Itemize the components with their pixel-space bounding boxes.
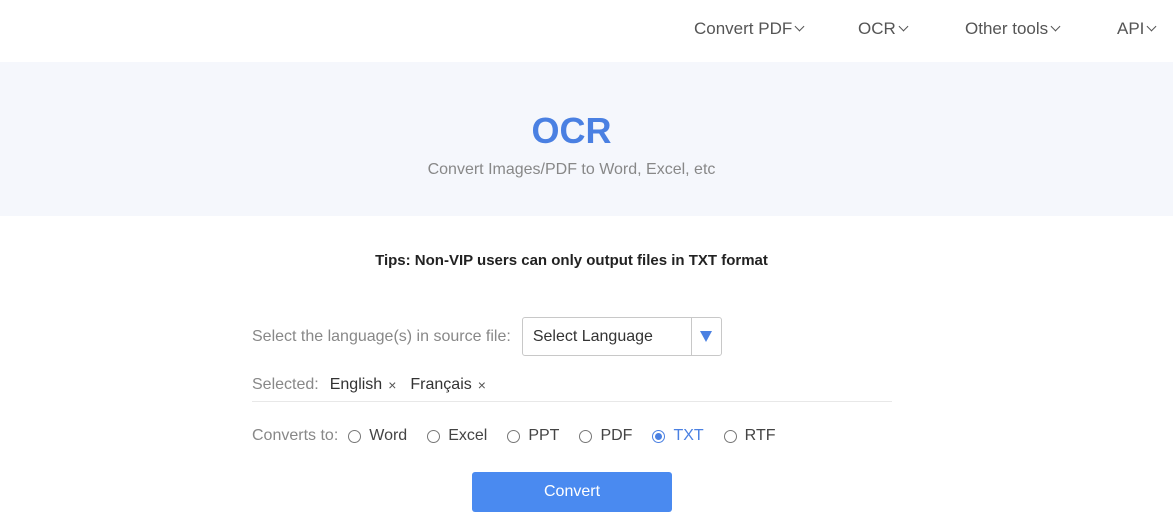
selected-languages-row: Selected: English × Français × [252, 376, 892, 402]
language-tag-label: English [329, 376, 383, 393]
chevron-down-icon [794, 21, 805, 32]
remove-icon[interactable]: × [478, 377, 486, 393]
remove-icon[interactable]: × [388, 377, 396, 393]
language-tag-francais: Français × [410, 376, 486, 394]
language-select[interactable]: Select Language [521, 317, 722, 356]
radio-icon[interactable] [579, 429, 593, 443]
page-title: OCR [531, 110, 612, 151]
nav-ocr-label: OCR [858, 19, 896, 38]
format-label: TXT [673, 427, 704, 444]
ocr-panel: Tips: Non-VIP users can only output file… [0, 216, 1170, 532]
nav-convert-pdf[interactable]: Convert PDF [694, 19, 805, 39]
chevron-down-icon [1146, 21, 1157, 32]
language-label: Select the language(s) in source file: [252, 327, 511, 345]
tips-text: Tips: Non-VIP users can only output file… [375, 252, 768, 269]
format-label: RTF [744, 427, 776, 444]
format-option-excel[interactable]: Excel [427, 427, 487, 445]
radio-icon[interactable] [427, 429, 441, 443]
radio-icon[interactable] [348, 429, 362, 443]
top-nav: Convert PDF OCR Other tools API [0, 0, 1173, 62]
format-label: Excel [448, 427, 488, 444]
nav-other-tools-label: Other tools [965, 19, 1049, 38]
nav-convert-pdf-label: Convert PDF [694, 19, 793, 38]
language-tag-english: English × [330, 376, 397, 394]
nav-ocr[interactable]: OCR [858, 19, 909, 39]
language-row: Select the language(s) in source file: S… [252, 317, 722, 356]
convert-button[interactable]: Convert [472, 472, 672, 512]
nav-api[interactable]: API [1117, 19, 1157, 39]
selected-label: Selected: [252, 376, 319, 393]
format-option-pdf[interactable]: PDF [579, 427, 632, 445]
nav-other-tools[interactable]: Other tools [965, 19, 1061, 39]
dropdown-arrow-icon[interactable] [690, 318, 721, 355]
radio-checked-icon[interactable] [652, 429, 666, 443]
language-select-value: Select Language [532, 327, 653, 345]
chevron-down-icon [898, 21, 909, 32]
hero-banner: OCR Convert Images/PDF to Word, Excel, e… [0, 62, 1173, 216]
format-option-rtf[interactable]: RTF [723, 427, 776, 445]
output-format-row: Converts to: Word Excel PPT PDF TXT RTF [252, 427, 785, 445]
chevron-down-icon [1050, 21, 1061, 32]
language-tag-label: Français [410, 376, 472, 393]
page-subtitle: Convert Images/PDF to Word, Excel, etc [427, 161, 716, 178]
converts-to-label: Converts to: [252, 427, 339, 444]
nav-api-label: API [1117, 19, 1145, 38]
format-label: Word [369, 427, 408, 444]
format-label: PPT [528, 427, 560, 444]
format-label: PDF [600, 427, 633, 444]
format-option-ppt[interactable]: PPT [507, 427, 559, 445]
format-option-word[interactable]: Word [348, 427, 407, 445]
format-option-txt[interactable]: TXT [652, 427, 704, 445]
radio-icon[interactable] [723, 429, 737, 443]
radio-icon[interactable] [507, 429, 521, 443]
